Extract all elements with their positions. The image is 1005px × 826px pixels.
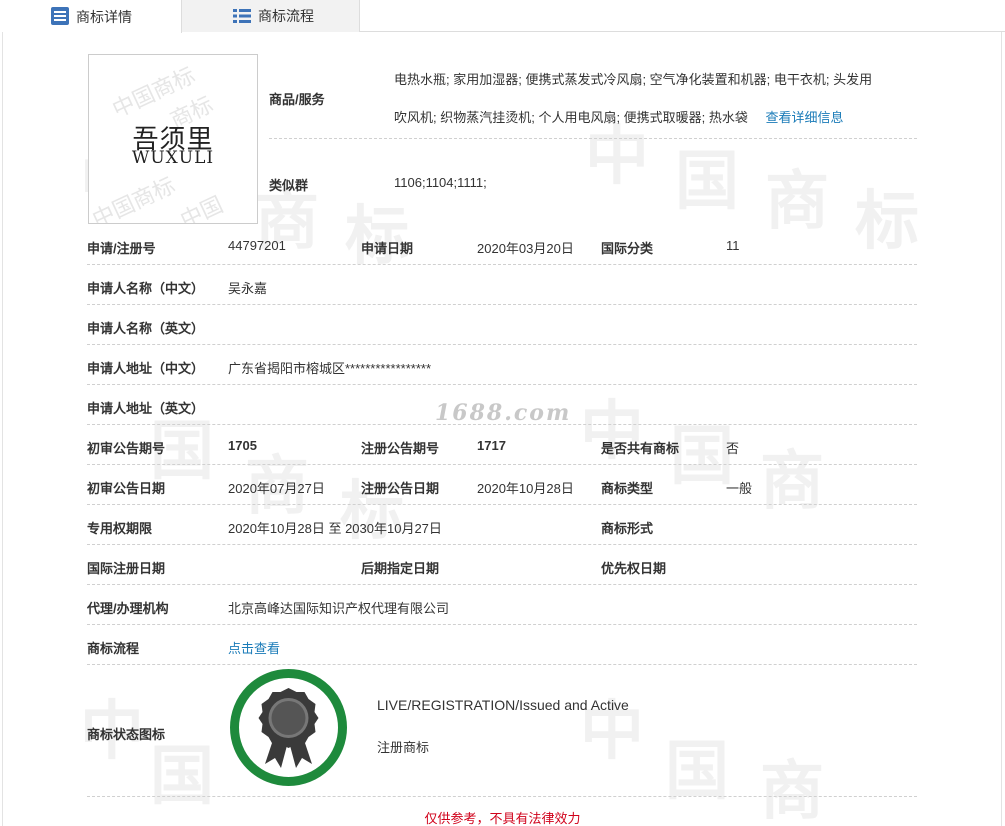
intl-class-label: 国际分类 — [601, 241, 654, 256]
reg-no-value: 44797201 — [228, 238, 286, 253]
tm-type-value: 一般 — [726, 481, 753, 496]
similar-group-label: 类似群 — [269, 178, 309, 193]
reg-pub-no-value: 1717 — [477, 438, 506, 453]
later-date-label: 后期指定日期 — [361, 561, 440, 576]
applicant-cn-label: 申请人名称（中文） — [87, 281, 205, 296]
reg-pub-date-value: 2020年10月28日 — [477, 481, 574, 496]
view-process-link[interactable]: 点击查看 — [228, 638, 280, 657]
prelim-no-value: 1705 — [228, 438, 257, 453]
divider — [87, 664, 917, 665]
process-label: 商标流程 — [87, 641, 140, 656]
divider — [87, 424, 917, 425]
divider — [87, 304, 917, 305]
logo-text-en: WUXULI — [131, 148, 215, 168]
address-cn-value: 广东省揭阳市榕城区***************** — [228, 361, 432, 376]
divider — [87, 264, 917, 265]
divider — [87, 544, 917, 545]
site-watermark: 1688.com — [435, 400, 572, 426]
tab-trademark-detail[interactable]: 商标详情 — [0, 0, 182, 33]
reg-pub-date-label: 注册公告日期 — [361, 481, 440, 496]
detail-list-icon — [51, 7, 69, 25]
prelim-date-value: 2020年07月27日 — [228, 481, 325, 496]
trademark-logo-image: 中国商标 商标 中国商标 中国 吾须里 WUXULI — [88, 54, 258, 224]
apply-date-value: 2020年03月20日 — [477, 241, 574, 256]
goods-label: 商品/服务 — [269, 92, 325, 107]
goods-text-line-1: 电热水瓶; 家用加湿器; 便携式蒸发式冷风扇; 空气净化装置和机器; 电干衣机;… — [394, 72, 873, 87]
divider — [87, 344, 917, 345]
tab-trademark-process[interactable]: 商标流程 — [182, 0, 360, 32]
tab-label: 商标流程 — [258, 8, 314, 24]
prelim-date-label: 初审公告日期 — [87, 481, 166, 496]
tm-type-label: 商标类型 — [601, 481, 654, 496]
divider — [87, 504, 917, 505]
divider — [87, 464, 917, 465]
address-en-label: 申请人地址（英文） — [87, 401, 205, 416]
intl-class-value: 11 — [726, 238, 740, 253]
shared-label: 是否共有商标 — [601, 441, 680, 456]
apply-date-label: 申请日期 — [361, 241, 414, 256]
divider — [87, 624, 917, 625]
divider — [269, 138, 917, 139]
address-cn-label: 申请人地址（中文） — [87, 361, 205, 376]
reg-pub-no-label: 注册公告期号 — [361, 441, 440, 456]
status-text-cn: 注册商标 — [377, 740, 430, 755]
divider — [87, 796, 917, 797]
goods-text-line-2: 吹风机; 织物蒸汽挂烫机; 个人用电风扇; 便携式取暖器; 热水袋 查看详细信息 — [394, 107, 844, 126]
reg-no-label: 申请/注册号 — [87, 241, 156, 256]
status-label: 商标状态图标 — [87, 727, 166, 742]
shared-value: 否 — [726, 441, 740, 456]
exclusive-value: 2020年10月28日 至 2030年10月27日 — [228, 521, 442, 536]
status-badge-icon — [230, 669, 347, 786]
status-text-en: LIVE/REGISTRATION/Issued and Active — [377, 697, 629, 713]
divider — [87, 384, 917, 385]
prelim-no-label: 初审公告期号 — [87, 441, 166, 456]
divider — [87, 584, 917, 585]
disclaimer-notice: 仅供参考，不具有法律效力 — [424, 811, 581, 826]
grid-list-icon — [233, 9, 251, 23]
priority-date-label: 优先权日期 — [601, 561, 667, 576]
view-details-link[interactable]: 查看详细信息 — [766, 110, 844, 125]
goods-text: 吹风机; 织物蒸汽挂烫机; 个人用电风扇; 便携式取暖器; 热水袋 — [394, 110, 748, 125]
agent-label: 代理/办理机构 — [87, 601, 169, 616]
applicant-en-label: 申请人名称（英文） — [87, 321, 205, 336]
exclusive-label: 专用权期限 — [87, 521, 153, 536]
tab-bar: 商标详情 商标流程 — [0, 0, 1005, 33]
tm-form-label: 商标形式 — [601, 521, 654, 536]
award-ribbon-icon — [258, 688, 319, 768]
agent-value: 北京高峰达国际知识产权代理有限公司 — [228, 601, 450, 616]
tab-label: 商标详情 — [76, 8, 132, 25]
applicant-cn-value: 吴永嘉 — [228, 281, 268, 296]
intl-reg-date-label: 国际注册日期 — [87, 561, 166, 576]
similar-group-value: 1106;1104;1111; — [394, 175, 487, 190]
